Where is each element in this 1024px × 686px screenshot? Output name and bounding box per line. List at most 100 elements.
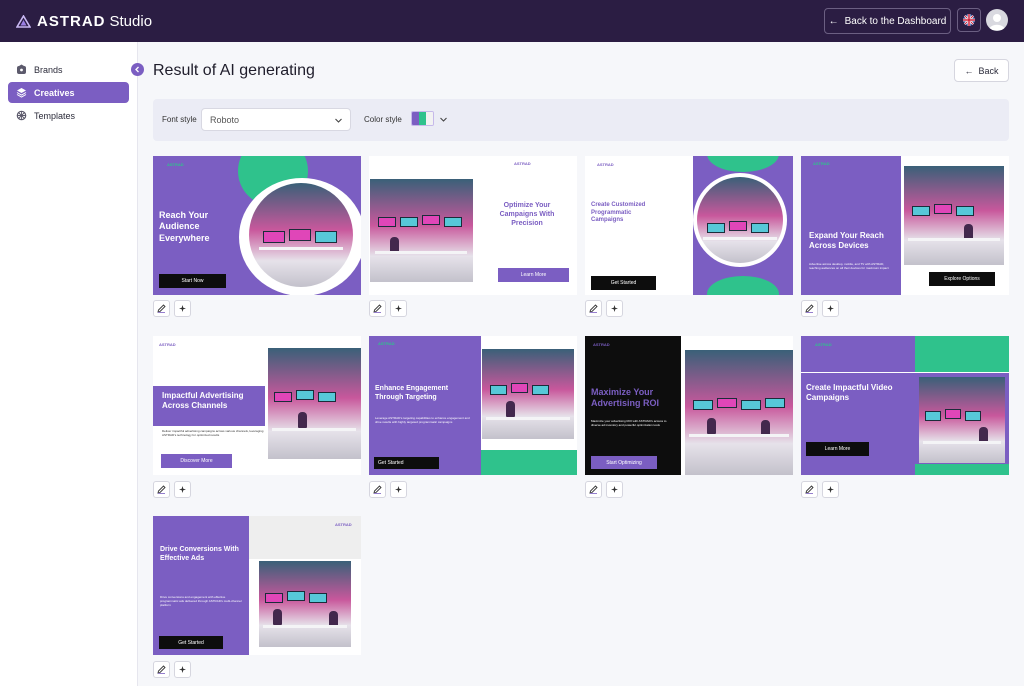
pencil-icon — [805, 304, 814, 313]
creative-card[interactable]: ASTRAD Expand Your Reach Across Devices … — [801, 156, 1009, 295]
office-image — [685, 350, 793, 475]
edit-button[interactable] — [585, 481, 602, 498]
product-name: Studio — [109, 12, 153, 30]
pencil-icon — [805, 485, 814, 494]
creative-cta-button[interactable]: Explore Options — [929, 272, 995, 286]
sparkle-icon — [179, 486, 186, 493]
office-image — [370, 179, 473, 282]
creative-logo: ASTRAD — [813, 161, 830, 166]
ai-generate-button[interactable] — [174, 300, 191, 317]
back-to-dashboard-label: Back to the Dashboard — [844, 15, 947, 27]
creative-card[interactable]: ASTRAD Reach Your Audience Everywhere St… — [153, 156, 361, 295]
card-actions — [369, 481, 407, 498]
decorative-panel — [153, 516, 249, 655]
card-actions — [801, 300, 839, 317]
edit-button[interactable] — [585, 300, 602, 317]
chevron-down-icon — [335, 118, 342, 123]
color-style-select[interactable] — [411, 111, 434, 126]
pencil-icon — [589, 485, 598, 494]
sidebar-item-templates[interactable]: Templates — [8, 105, 129, 126]
creative-card[interactable]: ASTRAD Enhance Engagement Through Target… — [369, 336, 577, 475]
sidebar-item-brands[interactable]: Brands — [8, 59, 129, 80]
edit-button[interactable] — [153, 481, 170, 498]
sidebar-item-label: Templates — [34, 110, 76, 121]
creative-logo: ASTRAD — [167, 162, 184, 167]
app-logo[interactable]: ASTRAD Studio — [16, 13, 152, 30]
creative-body: Deliver impactful advertising campaigns … — [162, 429, 264, 438]
creative-cta-button[interactable]: Get Started — [591, 276, 656, 290]
creative-logo: ASTRAD — [597, 162, 614, 167]
creative-card[interactable]: ASTRAD Drive Conversions With Effective … — [153, 516, 361, 655]
creative-body: Maximize your advertising ROI with ASTRA… — [591, 419, 667, 428]
creative-title: Create Impactful Video Campaigns — [806, 383, 893, 402]
ai-generate-button[interactable] — [822, 300, 839, 317]
creative-title: Maximize Your Advertising ROI — [591, 387, 660, 409]
edit-button[interactable] — [153, 300, 170, 317]
office-image — [697, 177, 783, 263]
sidebar: Brands Creatives Templates — [0, 42, 138, 686]
creative-card[interactable]: ASTRAD Create Impactful Video Campaigns … — [801, 336, 1009, 475]
creative-title: Enhance Engagement Through Targeting — [375, 385, 449, 401]
office-image — [268, 348, 361, 459]
ai-generate-button[interactable] — [390, 481, 407, 498]
edit-button[interactable] — [801, 481, 818, 498]
ai-generate-button[interactable] — [390, 300, 407, 317]
creative-cta-button[interactable]: Start Optimizing — [591, 456, 657, 469]
creative-cta-button[interactable]: Learn More — [806, 442, 869, 456]
creative-logo: ASTRAD — [514, 161, 531, 166]
sparkle-icon — [611, 305, 618, 312]
creative-logo: ASTRAD — [335, 522, 352, 527]
creative-cta-button[interactable]: Get Started — [374, 457, 439, 469]
font-style-label: Font style — [162, 115, 197, 124]
back-button[interactable]: ← Back — [954, 59, 1009, 82]
ai-generate-button[interactable] — [606, 300, 623, 317]
sparkle-icon — [827, 486, 834, 493]
sidebar-item-label: Brands — [34, 64, 63, 75]
sidebar-item-creatives[interactable]: Creatives — [8, 82, 129, 103]
card-actions — [153, 481, 191, 498]
creative-cta-button[interactable]: Discover More — [161, 454, 232, 468]
creative-card[interactable]: ASTRAD Optimize Your Campaigns With Prec… — [369, 156, 577, 295]
font-style-select[interactable]: Roboto — [201, 108, 351, 131]
creative-cta-button[interactable]: Get Started — [159, 636, 223, 649]
card-actions — [585, 481, 623, 498]
swatch-purple — [412, 112, 419, 125]
brand-icon — [17, 64, 26, 74]
chevron-down-icon[interactable] — [439, 115, 448, 124]
creative-card[interactable]: ASTRAD Maximize Your Advertising ROI Max… — [585, 336, 793, 475]
color-style-label: Color style — [364, 115, 402, 124]
creative-title: Impactful Advertising Across Channels — [162, 391, 244, 410]
edit-button[interactable] — [153, 661, 170, 678]
astrad-logo-icon — [16, 14, 31, 28]
ai-generate-button[interactable] — [822, 481, 839, 498]
page-title: Result of AI generating — [153, 62, 315, 79]
pencil-icon — [157, 665, 166, 674]
creative-cta-button[interactable]: Learn More — [498, 268, 569, 282]
decorative-panel — [801, 156, 901, 295]
edit-button[interactable] — [801, 300, 818, 317]
card-actions — [585, 300, 623, 317]
top-bar: ASTRAD Studio ← Back to the Dashboard — [0, 0, 1024, 42]
back-to-dashboard-button[interactable]: ← Back to the Dashboard — [824, 8, 951, 34]
ai-generate-button[interactable] — [174, 661, 191, 678]
edit-button[interactable] — [369, 481, 386, 498]
ai-generate-button[interactable] — [174, 481, 191, 498]
creative-card[interactable]: ASTRAD Impactful Advertising Across Chan… — [153, 336, 361, 475]
pencil-icon — [157, 304, 166, 313]
arrow-left-icon: ← — [828, 15, 839, 27]
user-avatar[interactable] — [986, 9, 1008, 31]
creative-cta-button[interactable]: Start Now — [159, 274, 226, 288]
edit-button[interactable] — [369, 300, 386, 317]
creative-logo: ASTRAD — [378, 341, 395, 346]
sidebar-item-label: Creatives — [34, 87, 75, 98]
office-image — [904, 166, 1004, 265]
office-image — [259, 561, 351, 647]
ai-generate-button[interactable] — [606, 481, 623, 498]
card-actions — [369, 300, 407, 317]
language-button[interactable] — [957, 8, 981, 32]
creative-card[interactable]: ASTRAD Create Customized Programmatic Ca… — [585, 156, 793, 295]
swatch-green — [419, 112, 426, 125]
decorative-panel — [369, 336, 481, 475]
creative-title: Create Customized Programmatic Campaigns — [591, 202, 646, 223]
collapse-sidebar-button[interactable] — [131, 63, 144, 76]
